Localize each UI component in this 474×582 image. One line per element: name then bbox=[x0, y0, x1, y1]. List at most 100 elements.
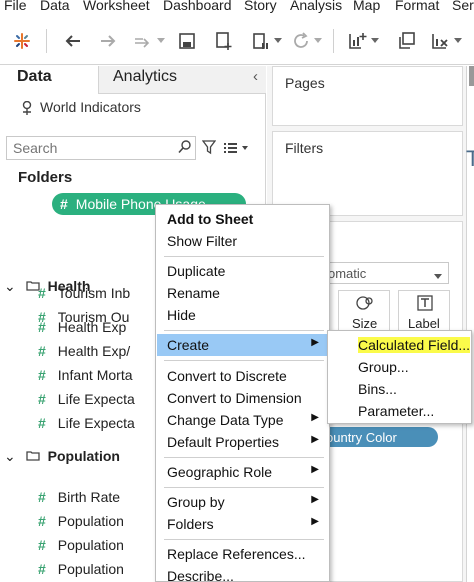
measure-hash-icon: # bbox=[38, 319, 46, 335]
clear-sheet-icon[interactable] bbox=[428, 29, 452, 53]
duplicate-sheet-icon[interactable] bbox=[394, 29, 418, 53]
menu-server[interactable]: Serv bbox=[452, 0, 474, 13]
field-health-exp-1[interactable]: # Health Exp bbox=[38, 319, 126, 341]
submenu-item-bins[interactable]: Bins... bbox=[338, 378, 397, 400]
tableau-logo-icon[interactable] bbox=[10, 29, 34, 53]
size-button[interactable]: Size bbox=[338, 290, 390, 334]
menu-item-duplicate[interactable]: Duplicate bbox=[157, 260, 329, 282]
menu-item-add-to-sheet[interactable]: Add to Sheet bbox=[157, 208, 329, 230]
filter-icon[interactable] bbox=[201, 139, 217, 160]
pause-icon[interactable] bbox=[248, 29, 272, 53]
measure-hash-icon: # bbox=[38, 513, 46, 529]
menu-item-create[interactable]: Create ▶ bbox=[157, 334, 329, 356]
field-population-2[interactable]: # Population bbox=[38, 537, 124, 559]
menu-item-geographic-role[interactable]: Geographic Role ▶ bbox=[157, 461, 329, 483]
datasource-icon bbox=[20, 100, 34, 120]
size-label: Size bbox=[352, 316, 378, 331]
field-population-1[interactable]: # Population bbox=[38, 513, 124, 535]
field-infant-mortality[interactable]: # Infant Morta bbox=[38, 367, 133, 389]
menu-dashboard[interactable]: Dashboard bbox=[163, 0, 232, 13]
pages-card[interactable]: Pages bbox=[272, 66, 463, 126]
chevron-down-icon[interactable] bbox=[155, 29, 167, 53]
menu-analysis[interactable]: Analysis bbox=[290, 0, 342, 13]
tab-analytics[interactable]: Analytics ‹ bbox=[98, 66, 266, 94]
datasource-row[interactable]: World Indicators bbox=[20, 99, 260, 119]
chevron-down-icon[interactable] bbox=[312, 29, 324, 53]
menu-map[interactable]: Map bbox=[353, 0, 380, 13]
submenu-arrow-icon: ▶ bbox=[311, 434, 319, 445]
field-birth-rate[interactable]: # Birth Rate bbox=[38, 489, 120, 511]
menu-item-label: Geographic Role bbox=[167, 464, 273, 480]
submenu-item-parameter[interactable]: Parameter... bbox=[338, 400, 434, 422]
new-datasource-icon[interactable] bbox=[212, 29, 236, 53]
folder-label: Population bbox=[47, 448, 120, 464]
submenu-arrow-icon: ▶ bbox=[311, 516, 319, 527]
menu-format[interactable]: Format bbox=[395, 0, 439, 13]
submenu-arrow-icon: ▶ bbox=[311, 494, 319, 505]
search-icon[interactable] bbox=[178, 140, 191, 159]
tab-analytics-label: Analytics bbox=[113, 68, 178, 85]
menu-item-label: Folders bbox=[167, 516, 214, 532]
collapse-pane-icon[interactable]: ‹ bbox=[253, 68, 258, 85]
menu-separator bbox=[164, 330, 324, 331]
field-label: Infant Morta bbox=[57, 367, 133, 383]
folder-population[interactable]: ⌄ Population bbox=[4, 448, 120, 470]
toolbar-separator bbox=[333, 29, 334, 53]
menu-item-hide[interactable]: Hide bbox=[157, 304, 329, 326]
view-pane-edge: T bbox=[466, 66, 474, 582]
menu-item-describe[interactable]: Describe... bbox=[157, 565, 329, 582]
tab-data[interactable]: Data bbox=[0, 66, 98, 94]
menu-item-show-filter[interactable]: Show Filter bbox=[157, 230, 329, 252]
undo-icon[interactable] bbox=[61, 29, 85, 53]
redo-icon[interactable] bbox=[96, 29, 120, 53]
field-label: Life Expecta bbox=[57, 391, 135, 407]
field-health-exp-2[interactable]: # Health Exp/ bbox=[38, 343, 130, 365]
menu-file[interactable]: File bbox=[4, 0, 27, 13]
chevron-down-icon bbox=[434, 267, 442, 285]
menu-worksheet[interactable]: Worksheet bbox=[83, 0, 150, 13]
chevron-down-icon[interactable] bbox=[272, 29, 284, 53]
menu-separator bbox=[164, 457, 324, 458]
refresh-icon[interactable] bbox=[289, 29, 313, 53]
search-box bbox=[6, 136, 196, 160]
submenu-item-calculated-field[interactable]: Calculated Field... bbox=[338, 334, 471, 356]
forward-icon[interactable] bbox=[132, 29, 156, 53]
menu-item-replace-references[interactable]: Replace References... bbox=[157, 543, 329, 565]
chevron-down-icon[interactable]: ⌄ bbox=[4, 278, 16, 294]
menu-item-default-properties[interactable]: Default Properties ▶ bbox=[157, 431, 329, 453]
menu-item-label: Default Properties bbox=[167, 434, 280, 450]
field-population-3[interactable]: # Population bbox=[38, 561, 124, 582]
chevron-down-icon[interactable]: ⌄ bbox=[4, 448, 16, 464]
country-color-pill[interactable]: ountry Color bbox=[318, 427, 438, 447]
chevron-down-icon[interactable] bbox=[369, 29, 381, 53]
measure-hash-icon: # bbox=[38, 343, 46, 359]
menu-story[interactable]: Story bbox=[244, 0, 277, 13]
folder-health[interactable]: ⌄ Health bbox=[4, 278, 90, 300]
new-sheet-icon[interactable] bbox=[345, 29, 369, 53]
field-label: Population bbox=[57, 513, 124, 529]
submenu-item-group[interactable]: Group... bbox=[338, 356, 409, 378]
menu-separator bbox=[164, 360, 324, 361]
menu-item-rename[interactable]: Rename bbox=[157, 282, 329, 304]
chevron-down-icon[interactable] bbox=[452, 29, 464, 53]
mark-type-dropdown[interactable]: omatic bbox=[323, 262, 449, 284]
save-icon[interactable] bbox=[175, 29, 199, 53]
menu-item-change-data-type[interactable]: Change Data Type ▶ bbox=[157, 409, 329, 431]
measure-hash-icon: # bbox=[38, 489, 46, 505]
field-life-expectancy-1[interactable]: # Life Expecta bbox=[38, 391, 135, 413]
field-label: Health Exp bbox=[57, 319, 127, 335]
submenu-arrow-icon: ▶ bbox=[311, 412, 319, 423]
label-button[interactable]: Label bbox=[398, 290, 450, 334]
search-input[interactable] bbox=[13, 138, 173, 158]
folder-icon bbox=[22, 448, 40, 464]
submenu-item-label: Calculated Field... bbox=[358, 337, 471, 353]
menu-item-folders[interactable]: Folders ▶ bbox=[157, 513, 329, 535]
filters-title: Filters bbox=[285, 140, 324, 156]
menu-item-convert-dimension[interactable]: Convert to Dimension bbox=[157, 387, 329, 409]
mark-type-value: omatic bbox=[328, 266, 367, 281]
menu-data[interactable]: Data bbox=[40, 0, 70, 13]
field-life-expectancy-2[interactable]: # Life Expecta bbox=[38, 415, 135, 437]
menu-item-convert-discrete[interactable]: Convert to Discrete bbox=[157, 365, 329, 387]
menu-item-group-by[interactable]: Group by ▶ bbox=[157, 491, 329, 513]
view-options-icon[interactable] bbox=[224, 141, 250, 159]
